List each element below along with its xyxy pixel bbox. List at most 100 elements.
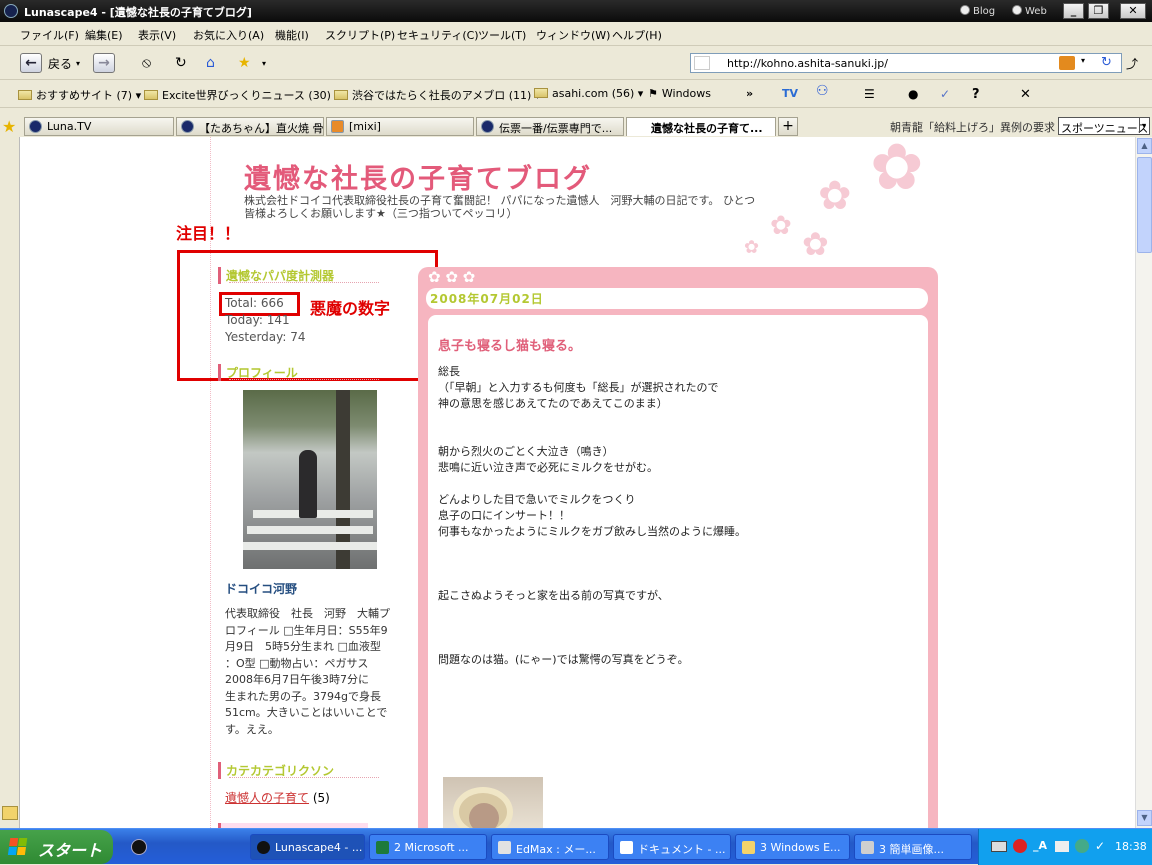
search-web-radio[interactable]: Web — [1012, 5, 1047, 17]
favorite-folder-asahi[interactable]: asahi.com (56) ▾ — [534, 87, 643, 100]
menu-tools[interactable]: ツール(T) — [478, 27, 526, 43]
post-line: 総長 — [438, 365, 460, 378]
rss-icon[interactable] — [1059, 56, 1075, 70]
post-photo-baby[interactable] — [443, 777, 543, 828]
post-line: 何事もなかったようにミルクをガブ飲みし当然のように爆睡。 — [438, 525, 746, 538]
annotation-attention: 注目！！ — [176, 224, 241, 243]
ink-icon[interactable]: ● — [908, 87, 918, 101]
tv-icon[interactable]: TV — [782, 87, 798, 100]
search-blog-radio[interactable]: Blog — [960, 5, 995, 17]
menu-functions[interactable]: 機能(I) — [275, 27, 309, 43]
task-image-tool[interactable]: 3 簡単画像... — [854, 834, 972, 860]
web-content-area[interactable]: ✿ ✿ ✿ ✿ ✿ 遺憾な社長の子育てブログ 株式会社ドコイコ代表取締役社長の子… — [0, 137, 1135, 828]
cherry-blossom-decoration: ✿ — [818, 173, 852, 219]
profile-photo[interactable] — [243, 390, 377, 569]
scroll-down-icon[interactable]: ▼ — [1137, 810, 1152, 826]
quicklaunch-lunascape-icon[interactable] — [131, 839, 147, 855]
menu-help[interactable]: ヘルプ(H) — [612, 27, 662, 43]
post-title[interactable]: 息子も寝るし猫も寝る。 — [438, 335, 581, 354]
address-input[interactable]: http://kohno.ashita-sanuki.jp/ — [727, 57, 888, 70]
stop-icon[interactable]: ⦸ — [142, 52, 151, 74]
lunascape-app-icon — [4, 4, 18, 18]
vertical-scrollbar[interactable]: ▲ ▼ — [1135, 137, 1152, 828]
news-category-select[interactable]: スポーツニュース ▾ — [1058, 117, 1150, 135]
antivirus-icon[interactable] — [1013, 839, 1027, 853]
chevron-down-icon[interactable]: ▾ — [262, 52, 266, 74]
clock[interactable]: 18:38 — [1115, 840, 1147, 853]
menu-favorites[interactable]: お気に入り(A) — [193, 27, 264, 43]
scrollbar-thumb[interactable] — [1137, 157, 1152, 253]
category-link[interactable]: 遺憾人の子育て — [225, 791, 309, 805]
folder-icon — [534, 88, 548, 98]
go-icon[interactable]: ⤴ — [1126, 52, 1138, 74]
ime-icon[interactable]: _A — [1033, 839, 1047, 852]
minimize-button[interactable]: _ — [1063, 3, 1084, 19]
task-document[interactable]: ドキュメント - ... — [613, 834, 731, 860]
new-tab-button[interactable]: + — [778, 117, 798, 136]
windows-taskbar: スタート Lunascape4 - ... 2 Microsoft ... Ed… — [0, 828, 1152, 865]
luna-icon — [481, 120, 494, 133]
counter-today: Today: 141 — [225, 313, 290, 327]
favorite-folder-ameblo[interactable]: 渋谷ではたらく社長のアメブロ (11) ▾ — [334, 87, 540, 103]
security-icon[interactable]: ✓ — [1095, 839, 1105, 853]
chevron-down-icon: ▾ — [1138, 118, 1148, 133]
window-titlebar[interactable]: Lunascape4 - [遺憾な社長の子育てブログ] Blog Web _ ❐… — [0, 0, 1152, 22]
task-lunascape[interactable]: Lunascape4 - ... — [250, 834, 365, 860]
address-bar[interactable]: http://kohno.ashita-sanuki.jp/ ▾ ↻ — [690, 53, 1122, 73]
folder-icon — [334, 90, 348, 100]
favorite-star-icon[interactable]: ★ — [238, 52, 251, 74]
check-icon[interactable]: ✓ — [940, 87, 950, 101]
sidebar-strip — [0, 137, 20, 828]
post-line: 神の意思を感じあえてたのであえてこのまま） — [438, 397, 668, 410]
task-edmax[interactable]: EdMax : メー... — [491, 834, 609, 860]
favorite-folder-windows[interactable]: ⚑ Windows — [648, 87, 711, 100]
maximize-button[interactable]: ❐ — [1088, 3, 1109, 19]
task-windows-explorer[interactable]: 3 Windows E... — [735, 834, 850, 860]
panel-icon[interactable] — [2, 806, 18, 820]
tab-denpyo[interactable]: 伝票一番/伝票専門で... — [476, 117, 624, 136]
menu-view[interactable]: 表示(V) — [138, 27, 176, 43]
news-ticker[interactable]: 朝青龍「給料上げろ」異例の要求 — [890, 119, 1055, 135]
menu-security[interactable]: セキュリティ(C) — [397, 27, 479, 43]
post-line: 起こさぬようそっと家を出る前の写真ですが、 — [438, 589, 669, 602]
favorites-more-button[interactable]: » — [746, 87, 753, 100]
blog-title[interactable]: 遺憾な社長の子育てブログ — [244, 157, 592, 196]
menu-edit[interactable]: 編集(E) — [85, 27, 123, 43]
forward-button[interactable]: → — [93, 52, 115, 74]
close-button[interactable]: ✕ — [1120, 3, 1146, 19]
site-icon — [694, 56, 710, 70]
favorite-folder-excite[interactable]: Excite世界びっくりニュース (30) ▾ — [144, 87, 340, 103]
close-x-icon[interactable]: ✕ — [1020, 87, 1031, 102]
document-icon — [620, 841, 633, 854]
people-icon[interactable]: ⚇ — [816, 83, 829, 99]
category-heading: カテカテゴリクソン — [218, 762, 380, 779]
tab-active-blog[interactable]: 遺憾な社長の子育て... — [626, 117, 776, 136]
favorite-star-icon[interactable]: ★ — [2, 117, 16, 136]
ime-mode-icon[interactable] — [1055, 841, 1069, 852]
reload-icon[interactable]: ↻ — [1101, 55, 1112, 70]
post-date: 2008年07月02日 — [430, 292, 544, 306]
home-icon[interactable]: ⌂ — [206, 52, 215, 74]
menu-window[interactable]: ウィンドウ(W) — [536, 27, 610, 43]
tab-luna-tv[interactable]: Luna.TV — [24, 117, 174, 136]
list-icon[interactable]: ☰ — [864, 87, 875, 101]
tab-mixi[interactable]: [mixi] — [326, 117, 474, 136]
keyboard-icon[interactable] — [991, 841, 1007, 852]
back-button[interactable]: ← 戻る ▾ — [20, 52, 80, 74]
chevron-down-icon[interactable]: ▾ — [1081, 56, 1085, 65]
help-icon[interactable]: ? — [972, 87, 980, 102]
favorite-folder-recommended[interactable]: おすすめサイト (7) ▾ — [18, 87, 141, 103]
menu-script[interactable]: スクリプト(P) — [325, 27, 395, 43]
menu-file[interactable]: ファイル(F) — [20, 27, 79, 43]
start-button[interactable]: スタート — [0, 830, 113, 864]
tab-taachan[interactable]: 【たあちゃん】直火焼 骨... — [176, 117, 324, 136]
mixi-icon — [331, 120, 344, 133]
cherry-blossom-decoration: ✿ — [802, 225, 829, 263]
scroll-up-icon[interactable]: ▲ — [1137, 138, 1152, 154]
favorites-bar: おすすめサイト (7) ▾ Excite世界びっくりニュース (30) ▾ 渋谷… — [0, 80, 1152, 108]
task-excel[interactable]: 2 Microsoft ... — [369, 834, 487, 860]
post-line: どんよりした目で急いでミルクをつくり — [438, 493, 636, 506]
refresh-icon[interactable]: ↻ — [175, 52, 187, 74]
excel-icon — [376, 841, 389, 854]
network-icon[interactable] — [1075, 839, 1089, 853]
